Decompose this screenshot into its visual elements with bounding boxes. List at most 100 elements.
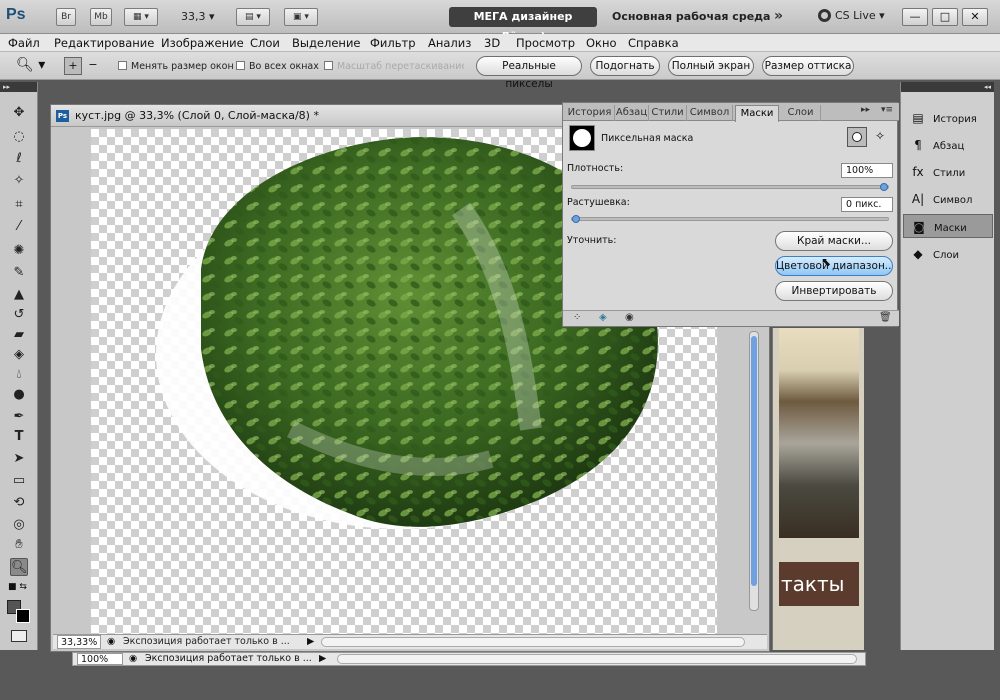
- zoom-in-icon[interactable]: +: [64, 57, 82, 75]
- horizontal-scrollbar[interactable]: [321, 637, 745, 647]
- background-color-swatch[interactable]: [16, 609, 30, 623]
- status-menu-arrow-icon[interactable]: ▶: [307, 635, 314, 649]
- dock-history[interactable]: ▤ История: [903, 106, 993, 130]
- zoom-out-icon[interactable]: −: [84, 57, 102, 75]
- menu-window[interactable]: Окно: [586, 36, 617, 50]
- panel-collapse-icon[interactable]: ▸▸: [861, 105, 870, 115]
- status2-menu-arrow-icon[interactable]: ▶: [319, 653, 326, 665]
- background-document[interactable]: такты: [772, 328, 864, 650]
- status-info-icon[interactable]: ◉: [107, 635, 115, 649]
- brush-tool-icon[interactable]: ✎: [10, 264, 28, 282]
- shape-tool-icon[interactable]: ▭: [10, 472, 28, 490]
- close-button[interactable]: ✕: [962, 8, 988, 26]
- crop-tool-icon[interactable]: ⌗: [10, 196, 28, 214]
- dock-paragraph[interactable]: ¶ Абзац: [903, 133, 993, 157]
- scrubby-zoom-checkbox[interactable]: Масштаб перетаскиванием: [324, 61, 464, 72]
- eyedropper-tool-icon[interactable]: ⁄: [10, 218, 28, 236]
- zoom-tool-preset-icon[interactable]: 🔍︎ ▾: [16, 57, 45, 73]
- paint-bucket-tool-icon[interactable]: ◈: [10, 346, 28, 364]
- menu-image[interactable]: Изображение: [161, 36, 244, 50]
- maximize-button[interactable]: □: [932, 8, 958, 26]
- dock-styles[interactable]: fx Стили: [903, 160, 993, 184]
- zoom-level[interactable]: 33,3 ▾: [181, 8, 221, 26]
- cs-live-menu[interactable]: CS Live ▾: [818, 9, 885, 22]
- toolbox-collapse-icon[interactable]: ▸▸: [0, 82, 37, 92]
- bridge-button[interactable]: Br: [56, 8, 76, 26]
- arrange-documents-button[interactable]: ▤ ▾: [236, 8, 270, 26]
- path-selection-tool-icon[interactable]: ➤: [10, 450, 28, 468]
- feather-slider-knob[interactable]: [572, 215, 580, 223]
- document2-zoom-field[interactable]: 100%: [77, 653, 123, 665]
- view-extras-button[interactable]: ▦ ▾: [124, 8, 158, 26]
- user-workspace-chip[interactable]: МЕГА дизайнер Лёха=): [449, 7, 597, 43]
- menu-layers[interactable]: Слои: [250, 36, 280, 50]
- workspace-switcher[interactable]: Основная рабочая среда: [612, 10, 770, 23]
- color-range-button[interactable]: Цветовой диапазон...: [775, 256, 893, 276]
- dock-collapse-icon[interactable]: ◂◂: [901, 82, 994, 92]
- panel-menu-icon[interactable]: ▾≡: [881, 105, 893, 115]
- screen-mode-button[interactable]: ▣ ▾: [284, 8, 318, 26]
- delete-mask-icon[interactable]: 🗑︎: [879, 312, 892, 323]
- move-tool-icon[interactable]: ✥: [10, 104, 28, 122]
- menu-filter[interactable]: Фильтр: [370, 36, 416, 50]
- vector-mask-toggle-icon[interactable]: ✧: [875, 129, 885, 143]
- toggle-mask-visibility-icon[interactable]: ◉: [625, 312, 634, 323]
- density-slider-knob[interactable]: [880, 183, 888, 191]
- workspace-overflow-icon[interactable]: »: [774, 8, 783, 24]
- fill-screen-button[interactable]: Полный экран: [668, 56, 754, 76]
- vertical-scrollbar[interactable]: [749, 331, 759, 611]
- menu-3d[interactable]: 3D: [484, 36, 500, 50]
- feather-field[interactable]: 0 пикс.: [841, 197, 893, 212]
- menu-help[interactable]: Справка: [628, 36, 679, 50]
- dodge-tool-icon[interactable]: ●: [10, 386, 28, 404]
- zoom-tool-icon[interactable]: 🔍︎: [10, 558, 28, 576]
- apply-mask-icon[interactable]: ◈: [599, 312, 607, 323]
- pixel-mask-toggle-icon[interactable]: [847, 127, 867, 147]
- lasso-tool-icon[interactable]: ℓ: [10, 150, 28, 168]
- mask-edge-button[interactable]: Край маски...: [775, 231, 893, 251]
- status2-info-icon[interactable]: ◉: [129, 653, 137, 665]
- menu-file[interactable]: Файл: [8, 36, 40, 50]
- clone-stamp-tool-icon[interactable]: ▲: [10, 286, 28, 304]
- menu-analysis[interactable]: Анализ: [428, 36, 471, 50]
- document2-horizontal-scrollbar[interactable]: [337, 654, 857, 664]
- tab-layers[interactable]: Слои: [781, 105, 821, 121]
- magic-wand-tool-icon[interactable]: ✧: [10, 172, 28, 190]
- feather-slider[interactable]: [571, 215, 889, 223]
- mini-bridge-button[interactable]: Mb: [90, 8, 112, 26]
- all-windows-checkbox[interactable]: Во всех окнах: [236, 61, 319, 72]
- blur-tool-icon[interactable]: 💧︎: [10, 366, 28, 384]
- spot-healing-tool-icon[interactable]: ✺: [10, 242, 28, 260]
- actual-pixels-button[interactable]: Реальные пикселы: [476, 56, 582, 90]
- hand-tool-icon[interactable]: ✋︎: [10, 536, 28, 554]
- minimize-button[interactable]: —: [902, 8, 928, 26]
- 3d-rotate-tool-icon[interactable]: ⟲: [10, 494, 28, 512]
- menu-view[interactable]: Просмотр: [516, 36, 575, 50]
- tab-styles[interactable]: Стили: [649, 105, 687, 121]
- menu-edit[interactable]: Редактирование: [54, 36, 154, 50]
- default-colors-icon[interactable]: ■ ⇆: [8, 582, 27, 592]
- tab-character[interactable]: Символ: [687, 105, 733, 121]
- pen-tool-icon[interactable]: ✒: [10, 408, 28, 426]
- tab-masks[interactable]: Маски: [735, 105, 779, 122]
- 3d-orbit-tool-icon[interactable]: ◎: [10, 516, 28, 534]
- dock-layers[interactable]: ◆ Слои: [903, 242, 993, 266]
- load-selection-icon[interactable]: ⁘: [573, 312, 581, 323]
- type-tool-icon[interactable]: T: [10, 428, 28, 446]
- marquee-tool-icon[interactable]: ◌: [10, 128, 28, 146]
- invert-button[interactable]: Инвертировать: [775, 281, 893, 301]
- density-slider[interactable]: [571, 183, 889, 191]
- history-brush-tool-icon[interactable]: ↺: [10, 306, 28, 324]
- tab-history[interactable]: История: [565, 105, 615, 121]
- fit-screen-button[interactable]: Подогнать: [590, 56, 660, 76]
- tab-paragraph[interactable]: Абзац: [615, 105, 649, 121]
- eraser-tool-icon[interactable]: ▰: [10, 326, 28, 344]
- quick-mask-icon[interactable]: [11, 630, 27, 642]
- document-zoom-field[interactable]: 33,33%: [57, 635, 101, 649]
- print-size-button[interactable]: Размер оттиска: [762, 56, 854, 76]
- resize-windows-checkbox[interactable]: Менять размер окон: [118, 61, 234, 72]
- dock-character[interactable]: A| Символ: [903, 187, 993, 211]
- menu-select[interactable]: Выделение: [292, 36, 361, 50]
- density-field[interactable]: 100%: [841, 163, 893, 178]
- vertical-scroll-thumb[interactable]: [751, 336, 757, 586]
